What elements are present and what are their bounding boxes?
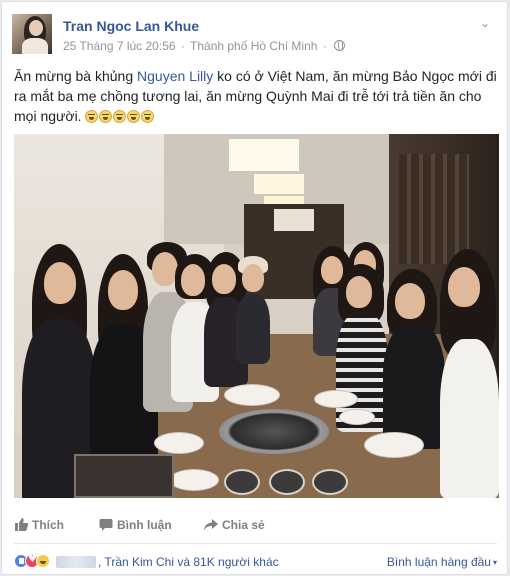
photo-light xyxy=(254,174,304,194)
thumbs-up-icon xyxy=(15,518,28,531)
like-button[interactable]: Thích xyxy=(14,518,64,532)
photo-bowl xyxy=(224,469,260,495)
photo-person xyxy=(434,249,499,498)
photo-plate xyxy=(314,390,358,408)
post-meta: 25 Tháng 7 lúc 20:56 · Thành phố Hồ Chí … xyxy=(63,39,346,53)
photo-menu-stand xyxy=(74,454,174,498)
comment-label: Bình luận xyxy=(117,518,172,532)
photo-plate xyxy=(339,409,375,425)
actions-divider xyxy=(14,543,497,544)
photo-plate xyxy=(364,432,424,458)
post-photo[interactable] xyxy=(14,134,499,498)
photo-grill xyxy=(219,409,329,454)
photo-person xyxy=(234,256,274,366)
caret-down-icon: ▾ xyxy=(492,558,497,567)
photo-bowl xyxy=(269,469,305,495)
share-button[interactable]: Chia sẻ xyxy=(204,518,265,532)
photo-plate xyxy=(154,432,204,454)
author-name[interactable]: Tran Ngoc Lan Khue xyxy=(63,18,199,34)
laughing-face-icon xyxy=(99,110,113,123)
reaction-names[interactable]: , Trần Kim Chi và 81K người khác xyxy=(56,555,279,569)
photo-light xyxy=(229,139,299,171)
laughing-face-icon xyxy=(113,110,127,123)
comment-icon xyxy=(99,519,113,531)
avatar-face xyxy=(29,20,43,36)
chevron-down-icon[interactable]: ⌄ xyxy=(478,16,492,30)
post-card: Tran Ngoc Lan Khue 25 Tháng 7 lúc 20:56 … xyxy=(1,1,508,575)
haha-reaction-icon[interactable] xyxy=(36,554,50,568)
mention-link[interactable]: Nguyen Lilly xyxy=(137,68,213,84)
share-arrow-icon xyxy=(204,519,218,531)
comment-button[interactable]: Bình luận xyxy=(99,518,172,532)
top-comments-label: Bình luận hàng đầu xyxy=(386,555,491,569)
post-timestamp[interactable]: 25 Tháng 7 lúc 20:56 xyxy=(63,39,176,53)
meta-separator-2: · xyxy=(322,39,327,53)
reactions-bar: , Trần Kim Chi và 81K người khác Bình lu… xyxy=(14,553,499,571)
globe-icon[interactable] xyxy=(334,40,346,51)
like-label: Thích xyxy=(32,518,64,532)
post-actions: Thích Bình luận Chia sẻ xyxy=(14,514,494,538)
avatar-body xyxy=(22,38,48,54)
blurred-name xyxy=(56,556,96,568)
meta-separator: · xyxy=(180,39,185,53)
photo-plate xyxy=(224,384,280,406)
reaction-names-text: , Trần Kim Chi và 81K người khác xyxy=(98,555,279,569)
top-comments-dropdown[interactable]: Bình luận hàng đầu ▾ xyxy=(387,555,497,569)
post-location[interactable]: Thành phố Hồ Chí Minh xyxy=(190,39,317,53)
post-header: Tran Ngoc Lan Khue 25 Tháng 7 lúc 20:56 … xyxy=(12,14,492,56)
laughing-face-icon xyxy=(141,110,155,123)
author-avatar[interactable] xyxy=(12,14,52,54)
photo-bowl xyxy=(312,469,348,495)
photo-plate xyxy=(169,469,219,491)
share-label: Chia sẻ xyxy=(222,518,265,532)
laughing-face-icon xyxy=(85,110,99,123)
post-text-part-1: Ăn mừng bà khủng xyxy=(14,68,138,84)
laughing-face-icon xyxy=(127,110,141,123)
emoji-group xyxy=(85,108,155,128)
post-text: Ăn mừng bà khủng Nguyen Lilly ko có ở Vi… xyxy=(14,66,499,128)
